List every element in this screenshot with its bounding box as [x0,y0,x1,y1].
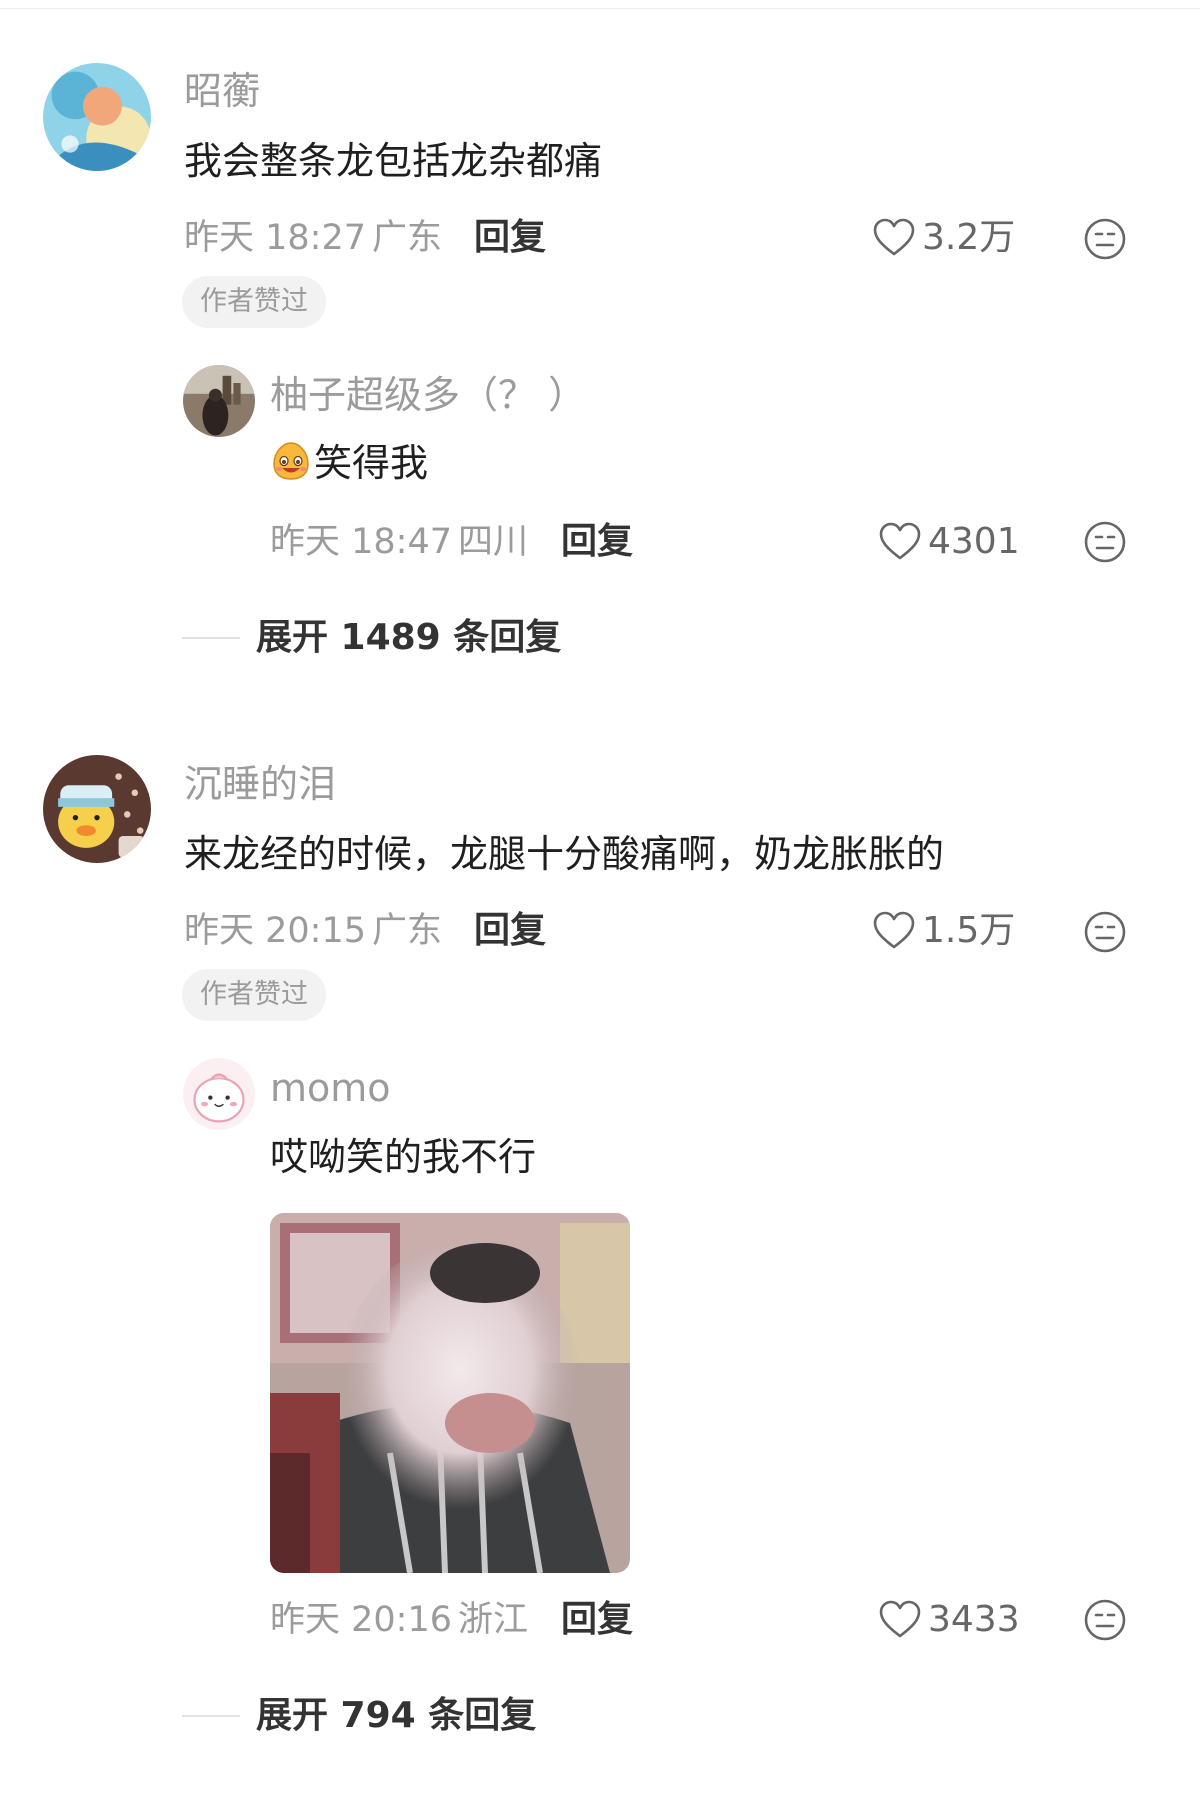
comment-time: 昨天 20:15 [184,911,366,951]
comment-text: 笑得我 [270,440,428,486]
avatar[interactable] [43,63,151,171]
expand-replies-button[interactable]: 展开 1489 条回复 [182,616,561,660]
reply-button[interactable]: 回复 [561,1600,633,1640]
reply-image[interactable] [270,1213,630,1573]
expand-replies-label: 展开 1489 条回复 [256,617,562,658]
username[interactable]: momo [270,1066,391,1110]
comment-time: 昨天 18:27 [184,218,366,258]
avatar[interactable] [43,755,151,863]
comment-location: 浙江 [458,1600,529,1640]
heart-outline-icon [879,1600,921,1638]
reply-button[interactable]: 回复 [474,911,546,951]
comment-location: 广东 [372,911,443,951]
like-button[interactable]: 1.5万 [872,911,1015,951]
comment-time: 昨天 20:16 [270,1600,452,1640]
like-count: 3.2万 [922,217,1016,258]
heart-outline-icon [873,218,915,256]
expand-divider [182,1715,240,1717]
expand-divider [182,637,240,639]
comment-text: 我会整条龙包括龙杂都痛 [184,139,603,183]
author-liked-badge: 作者赞过 [182,969,326,1021]
username[interactable]: 沉睡的泪 [184,762,336,806]
reaction-button[interactable] [1083,1598,1127,1642]
heart-outline-icon [879,522,921,560]
expand-replies-button[interactable]: 展开 794 条回复 [182,1694,536,1738]
username[interactable]: 昭蘅 [184,69,260,113]
like-count: 1.5万 [922,910,1016,951]
comment-location: 广东 [372,218,443,258]
author-liked-badge: 作者赞过 [182,276,326,328]
like-button[interactable]: 3433 [878,1600,1020,1640]
like-count: 4301 [928,521,1020,562]
avatar[interactable] [183,365,255,437]
reaction-button[interactable] [1083,217,1127,261]
reaction-button[interactable] [1083,910,1127,954]
comment-text: 来龙经的时候，龙腿十分酸痛啊，奶龙胀胀的 [184,832,945,876]
meh-face-icon [1084,911,1126,953]
like-button[interactable]: 3.2万 [872,218,1015,258]
reaction-button[interactable] [1083,520,1127,564]
laughing-emoji [273,442,309,480]
reply-text: 笑得我 [314,441,429,485]
comment-location: 四川 [458,522,529,562]
top-divider [0,8,1200,9]
comment-time: 昨天 18:47 [270,522,452,562]
meh-face-icon [1084,218,1126,260]
avatar[interactable] [183,1058,255,1130]
expand-replies-label: 展开 794 条回复 [256,1695,537,1736]
reply-button[interactable]: 回复 [474,218,546,258]
heart-outline-icon [873,911,915,949]
reply-button[interactable]: 回复 [561,522,633,562]
like-count: 3433 [928,1599,1020,1640]
username[interactable]: 柚子超级多（？ ） [270,373,586,417]
like-button[interactable]: 4301 [878,522,1020,562]
meh-face-icon [1084,521,1126,563]
meh-face-icon [1084,1599,1126,1641]
comment-text: 哎呦笑的我不行 [270,1135,537,1179]
